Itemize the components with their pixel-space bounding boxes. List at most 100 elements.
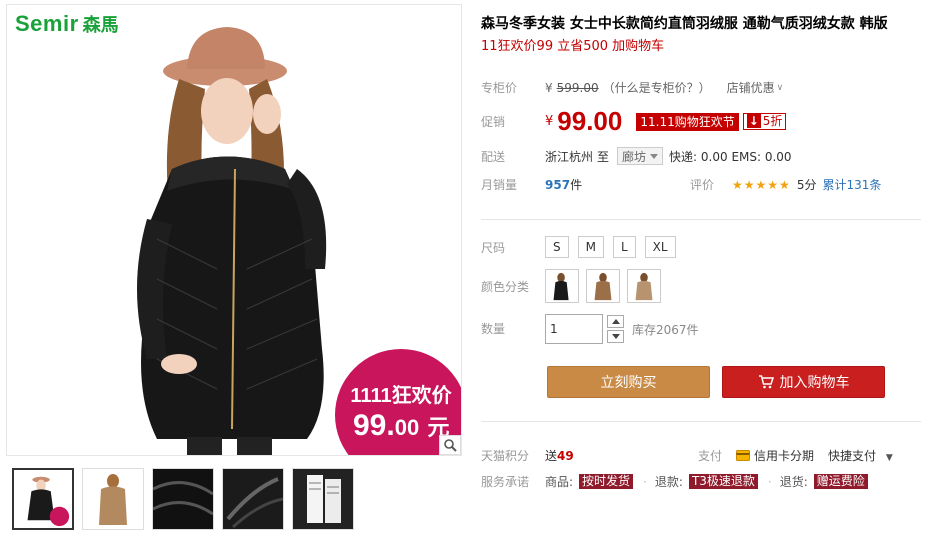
brand-logo-cjk: 森馬 [82,15,119,36]
destination-value: 廊坊 [622,149,647,164]
quick-pay-label: 快捷支付 [828,449,877,463]
service-row: 服务承诺 商品: 按时发货 · 退款: T3极速退款 · 退货: 赠运费险 [481,473,878,490]
service-label: 服务承诺 [481,475,530,489]
promo-badge-price-decimal: 00 [394,415,420,440]
promo-price-value: 99.00 [557,106,623,136]
service-separator: · [643,474,647,489]
review-label: 评价 [690,178,715,192]
discount-text: 5折 [762,114,783,128]
service-refund-tag[interactable]: T3极速退款 [688,474,758,489]
color-option-black[interactable] [545,269,579,303]
counter-price-help-link[interactable]: （什么是专柜价？） [603,79,711,96]
points-prefix: 送 [545,449,558,463]
shipping-to-word: 至 [597,149,610,164]
quantity-label: 数量 [481,322,506,336]
product-title: 森马冬季女装 女士中长款简约直筒羽绒服 通勒气质羽绒女款 韩版 [481,16,888,32]
thumbnail-selected-arrow [41,468,51,469]
quick-pay-dropdown[interactable]: 快捷支付 ▼ [828,447,893,464]
divider [481,219,921,220]
service-goods-tag[interactable]: 按时发货 [579,474,634,489]
add-to-cart-button[interactable]: 加入购物车 [722,366,885,398]
service-refund-label: 退款: [654,475,683,489]
color-option-camel[interactable] [586,269,620,303]
size-option-xl[interactable]: XL [644,236,676,258]
product-subtitle: 11狂欢价99 立省500 加购物车 [481,39,665,54]
thumbnail-4[interactable] [222,468,284,530]
brand-logo: Semir 森馬 [15,11,119,37]
caret-down-icon: ▼ [885,453,893,463]
quantity-row: 数量 库存2067件 [481,314,699,344]
counter-price-currency: ¥ [545,80,553,95]
monthly-sales-count: 957 [545,177,571,192]
thumbnail-1-image [14,470,72,528]
review-score: 5分 [796,178,817,192]
thumbnail-3-image [153,469,213,529]
sales-row: 月销量 957 件 [481,176,582,193]
shipping-origin: 浙江杭州 [545,149,594,164]
quantity-decrease-button[interactable] [607,330,624,343]
size-option-s[interactable]: S [545,236,569,258]
discount-arrow-icon: ↓ [746,114,761,128]
promo-badge-title: 1111狂欢价 [350,385,452,407]
quantity-increase-button[interactable] [607,315,624,328]
color-option-khaki[interactable] [627,269,661,303]
divider [481,421,921,422]
thumbnail-4-image [223,469,283,529]
star-rating-icon: ★★★★★ [732,177,791,192]
size-label: 尺码 [481,240,506,255]
double-eleven-tag: 11.11购物狂欢节 [636,112,739,131]
points-label: 天猫积分 [481,449,530,463]
buy-now-label: 立刻购买 [600,375,657,391]
shipping-row: 配送 浙江杭州 至 廊坊 快递: 0.00 EMS: 0.00 [481,147,792,165]
thumbnail-2-image [83,469,143,529]
store-discount-dropdown[interactable]: 店铺优惠 ∨ [727,79,784,96]
credit-card-icon [736,450,751,461]
points-row: 天猫积分 送 49 [481,447,574,464]
size-row: 尺码 S M L XL [481,236,685,258]
add-to-cart-label: 加入购物车 [779,375,850,391]
thumbnail-5-image [293,469,353,529]
stock-count: 库存2067件 [632,322,699,337]
promo-price-label: 促销 [481,115,506,129]
cart-icon [758,375,774,389]
size-option-m[interactable]: M [577,236,604,258]
promo-price-currency: ¥ [545,114,554,129]
thumbnail-1[interactable] [12,468,74,530]
model-photo [137,27,327,455]
quantity-stepper [607,315,624,343]
service-return-tag[interactable]: 赠运费险 [813,474,868,489]
main-product-image[interactable]: Semir 森馬 1111狂欢价 99.00 元 [6,4,462,456]
thumbnail-2[interactable] [82,468,144,530]
product-info-header: 森马冬季女装 女士中长款简约直筒羽绒服 通勒气质羽绒女款 韩版 11狂欢价99 … [481,14,921,58]
buy-now-button[interactable]: 立刻购买 [547,366,710,398]
monthly-sales-label: 月销量 [481,178,518,192]
thumbnail-5[interactable] [292,468,354,530]
store-discount-label: 店铺优惠 [726,81,775,95]
promo-badge-price: 99.00 元 [353,409,450,443]
service-goods-label: 商品: [545,475,574,489]
payment-label: 支付 [698,449,723,463]
review-count-link[interactable]: 累计131条 [822,176,881,193]
quantity-input[interactable] [545,314,603,344]
service-separator: · [767,474,772,489]
service-return-label: 退货: [779,475,808,489]
counter-price-label: 专柜价 [481,81,518,95]
counter-price-row: 专柜价 ¥ 599.00 （什么是专柜价？） 店铺优惠 ∨ [481,79,783,96]
thumbnail-strip [12,468,354,530]
color-label: 颜色分类 [481,279,530,294]
product-gallery: Semir 森馬 1111狂欢价 99.00 元 [6,4,462,538]
color-row: 颜色分类 [481,269,668,303]
payment-row: 支付 信用卡分期 快捷支付 ▼ [698,447,893,464]
zoom-icon[interactable] [439,435,461,455]
destination-select[interactable]: 廊坊 [617,147,664,165]
counter-price-value: 599.00 [556,80,599,95]
points-value: 49 [557,448,574,463]
shipping-fees: 快递: 0.00 EMS: 0.00 [669,149,792,164]
shipping-label: 配送 [481,149,506,164]
size-option-l[interactable]: L [612,236,636,258]
credit-installment-option[interactable]: 信用卡分期 [736,447,814,464]
monthly-sales-unit: 件 [570,178,583,192]
thumbnail-3[interactable] [152,468,214,530]
chevron-down-icon: ∨ [776,82,784,93]
credit-installment-label: 信用卡分期 [754,449,815,463]
